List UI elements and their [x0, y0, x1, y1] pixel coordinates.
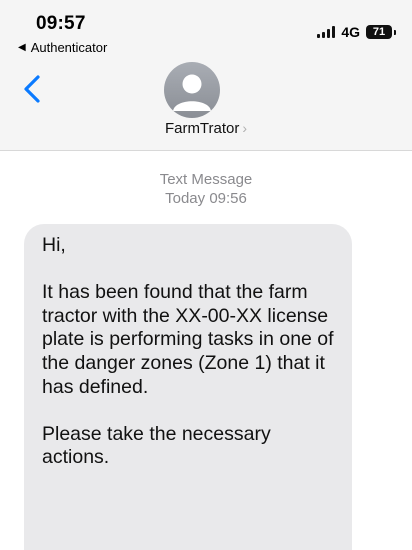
chevron-right-icon: ›	[242, 120, 248, 136]
message-greeting: Hi,	[42, 234, 66, 256]
contact-name: FarmTrator	[164, 120, 240, 137]
signal-strength-icon	[317, 26, 336, 38]
status-indicators: 4G 71	[317, 24, 396, 40]
back-triangle-icon: ◀	[18, 42, 26, 53]
message-timestamp: Today 09:56	[165, 190, 247, 207]
battery-icon: 71	[366, 25, 392, 39]
message-bubble[interactable]: Hi, It has been found that the farm trac…	[24, 224, 352, 550]
message-closing: Please take the necessary actions.	[42, 422, 271, 469]
conversation-header: 09:57 ◀ Authenticator 4G 71 FarmTrator ›	[0, 0, 412, 151]
battery-level: 71	[372, 26, 386, 38]
network-type: 4G	[341, 24, 360, 40]
back-app-label: Authenticator	[30, 40, 108, 55]
message-type-label: Text Message	[159, 171, 253, 188]
person-avatar-icon	[173, 74, 211, 111]
status-time: 09:57	[36, 13, 86, 34]
message-body: It has been found that the farm tractor …	[42, 281, 334, 398]
contact-avatar[interactable]	[164, 62, 220, 118]
battery-cap	[394, 29, 396, 35]
contact-details-button[interactable]: FarmTrator ›	[0, 120, 412, 137]
back-to-app-link[interactable]: ◀ Authenticator	[18, 40, 107, 55]
chevron-left-icon[interactable]	[20, 72, 44, 106]
